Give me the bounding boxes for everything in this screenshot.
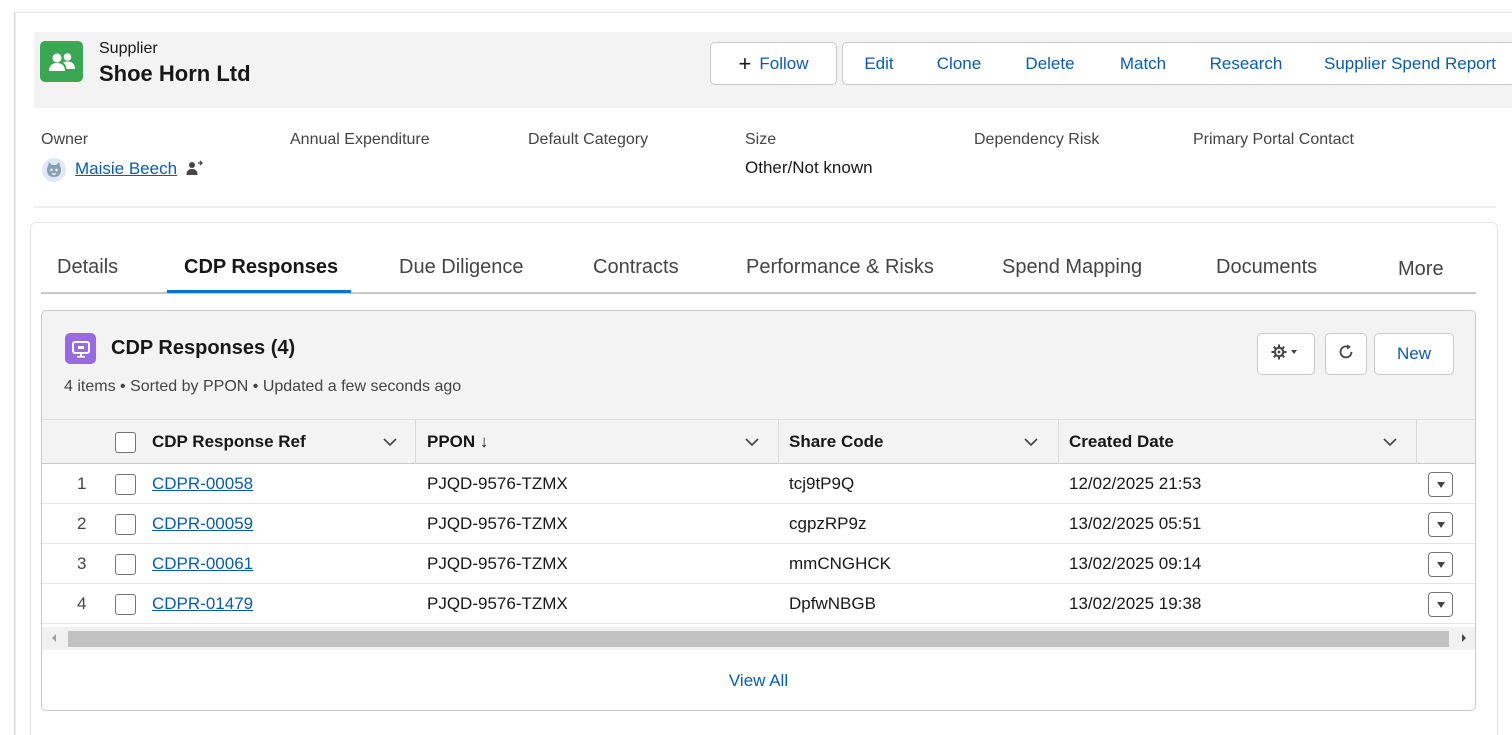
cdp-responses-related-list: CDP Responses (4) 4 items • Sorted by PP… xyxy=(41,310,1476,711)
tab-details[interactable]: Details xyxy=(57,256,118,279)
column-header-cdp-response-ref[interactable]: CDP Response Ref xyxy=(152,432,306,452)
row-number: 4 xyxy=(77,594,87,613)
size-value: Other/Not known xyxy=(745,158,873,177)
new-button[interactable]: New xyxy=(1374,333,1454,375)
record-object-type: Supplier xyxy=(99,40,158,57)
caret-down-icon xyxy=(1436,521,1445,528)
created-date-cell: 13/02/2025 09:14 xyxy=(1069,554,1202,573)
follow-button[interactable]: + Follow xyxy=(710,42,837,85)
cdp-response-object-icon xyxy=(65,333,96,364)
size-label: Size xyxy=(745,131,777,148)
view-all-link[interactable]: View All xyxy=(42,671,1475,691)
gear-icon xyxy=(1271,344,1301,365)
row-actions-button[interactable] xyxy=(1428,512,1453,537)
caret-down-icon xyxy=(1436,601,1445,608)
record-page: Supplier Shoe Horn Ltd + Follow Edit Clo… xyxy=(0,0,1512,735)
share-code-cell: DpfwNBGB xyxy=(789,594,876,613)
tab-contracts[interactable]: Contracts xyxy=(593,256,679,279)
horizontal-scrollbar[interactable] xyxy=(42,627,1475,650)
cdp-response-ref-link[interactable]: CDPR-00058 xyxy=(152,474,253,494)
column-divider xyxy=(1416,419,1417,464)
table-header: CDP Response Ref PPON ↓ Share Code Creat… xyxy=(42,419,1475,464)
owner-avatar-icon xyxy=(42,158,66,182)
related-list-title[interactable]: CDP Responses (4) xyxy=(111,337,295,360)
tab-spend-mapping[interactable]: Spend Mapping xyxy=(1002,256,1142,279)
annual-expenditure-label: Annual Expenditure xyxy=(290,131,430,148)
change-owner-icon[interactable] xyxy=(185,160,203,178)
row-number: 2 xyxy=(77,514,87,533)
row-number: 1 xyxy=(77,474,87,493)
caret-down-icon xyxy=(1436,561,1445,568)
created-date-cell: 13/02/2025 19:38 xyxy=(1069,594,1202,613)
plus-icon: + xyxy=(738,50,752,76)
cdp-response-ref-link[interactable]: CDPR-00061 xyxy=(152,554,253,574)
clone-button[interactable]: Clone xyxy=(915,42,1004,85)
ppon-cell: PJQD-9576-TZMX xyxy=(427,594,568,613)
refresh-icon xyxy=(1337,343,1355,366)
tab-cdp-responses[interactable]: CDP Responses xyxy=(184,256,338,279)
row-actions-button[interactable] xyxy=(1428,552,1453,577)
chevron-down-icon[interactable] xyxy=(1023,434,1039,450)
table-row: 1 CDPR-00058 PJQD-9576-TZMX tcj9tP9Q 12/… xyxy=(42,464,1475,504)
row-actions-button[interactable] xyxy=(1428,592,1453,617)
chevron-down-icon[interactable] xyxy=(744,434,760,450)
default-category-label: Default Category xyxy=(528,131,649,148)
created-date-cell: 13/02/2025 05:51 xyxy=(1069,514,1202,533)
follow-label: Follow xyxy=(759,53,809,73)
tab-more[interactable]: More xyxy=(1398,258,1444,281)
tab-performance-risks[interactable]: Performance & Risks xyxy=(746,256,934,279)
table-row: 4 CDPR-01479 PJQD-9576-TZMX DpfwNBGB 13/… xyxy=(42,584,1475,624)
edit-button[interactable]: Edit xyxy=(842,42,916,85)
column-header-created-date[interactable]: Created Date xyxy=(1069,432,1174,452)
owner-label: Owner xyxy=(41,131,89,148)
refresh-button[interactable] xyxy=(1325,333,1367,375)
table-row: 2 CDPR-00059 PJQD-9576-TZMX cgpzRP9z 13/… xyxy=(42,504,1475,544)
tab-documents[interactable]: Documents xyxy=(1216,256,1317,279)
supplier-spend-report-button[interactable]: Supplier Spend Report xyxy=(1303,42,1512,85)
column-divider xyxy=(415,419,416,464)
list-settings-button[interactable] xyxy=(1257,333,1315,375)
window-edge-top xyxy=(14,12,1512,13)
tab-due-diligence[interactable]: Due Diligence xyxy=(399,256,524,279)
owner-link[interactable]: Maisie Beech xyxy=(75,159,177,179)
record-name: Shoe Horn Ltd xyxy=(99,61,251,86)
dependency-risk-label: Dependency Risk xyxy=(974,131,1100,148)
primary-portal-contact-label: Primary Portal Contact xyxy=(1193,131,1354,148)
scroll-left-arrow-icon[interactable] xyxy=(50,633,58,643)
cdp-response-ref-link[interactable]: CDPR-00059 xyxy=(152,514,253,534)
column-header-share-code[interactable]: Share Code xyxy=(789,432,883,452)
caret-down-icon xyxy=(1436,481,1445,488)
cdp-response-ref-link[interactable]: CDPR-01479 xyxy=(152,594,253,614)
row-checkbox[interactable] xyxy=(115,514,136,535)
active-tab-indicator xyxy=(167,290,351,293)
chevron-down-icon[interactable] xyxy=(1382,434,1398,450)
share-code-cell: mmCNGHCK xyxy=(789,554,891,573)
row-number: 3 xyxy=(77,554,87,573)
match-button[interactable]: Match xyxy=(1097,42,1190,85)
ppon-cell: PJQD-9576-TZMX xyxy=(427,514,568,533)
column-header-ppon[interactable]: PPON ↓ xyxy=(427,432,488,452)
table-row: 3 CDPR-00061 PJQD-9576-TZMX mmCNGHCK 13/… xyxy=(42,544,1475,584)
related-list-meta: 4 items • Sorted by PPON • Updated a few… xyxy=(64,378,462,395)
column-divider xyxy=(778,419,779,464)
chevron-down-icon[interactable] xyxy=(382,434,398,450)
window-edge-left xyxy=(14,12,16,735)
ppon-cell: PJQD-9576-TZMX xyxy=(427,474,568,493)
scrollbar-thumb[interactable] xyxy=(68,631,1449,647)
header-divider xyxy=(34,206,1496,208)
ppon-cell: PJQD-9576-TZMX xyxy=(427,554,568,573)
column-divider xyxy=(1058,419,1059,464)
row-actions-button[interactable] xyxy=(1428,472,1453,497)
delete-button[interactable]: Delete xyxy=(1003,42,1098,85)
created-date-cell: 12/02/2025 21:53 xyxy=(1069,474,1202,493)
row-checkbox[interactable] xyxy=(115,554,136,575)
share-code-cell: cgpzRP9z xyxy=(789,514,867,533)
share-code-cell: tcj9tP9Q xyxy=(789,474,855,493)
select-all-checkbox[interactable] xyxy=(115,432,136,453)
supplier-people-icon xyxy=(40,41,83,82)
scroll-right-arrow-icon[interactable] xyxy=(1460,633,1468,643)
row-checkbox[interactable] xyxy=(115,474,136,495)
row-checkbox[interactable] xyxy=(115,594,136,615)
research-button[interactable]: Research xyxy=(1189,42,1304,85)
